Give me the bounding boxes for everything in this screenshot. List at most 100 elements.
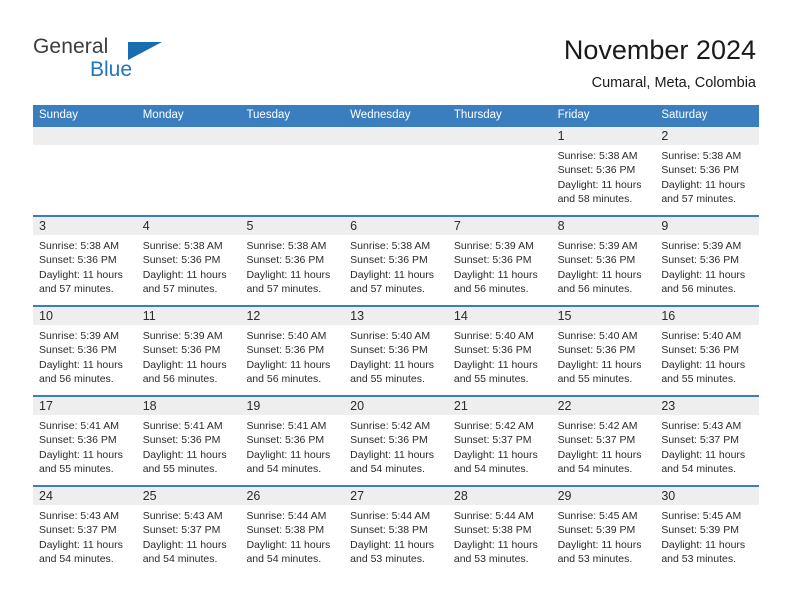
day-cell-4[interactable]: 4 Sunrise: 5:38 AM Sunset: 5:36 PM Daylight… [136,215,241,305]
day-cell-22[interactable]: 22 Sunrise: 5:42 AM Sunset: 5:37 PM Dayligh… [551,395,656,485]
day-cell-13[interactable]: 13 Sunrise: 5:40 AM Sunset: 5:36 PM Dayligh… [344,305,448,395]
day-detail-line: and 54 minutes. [246,462,322,475]
day-detail-line: and 55 minutes. [350,372,425,385]
day-cell-8[interactable]: 8 Sunrise: 5:39 AM Sunset: 5:36 PM Daylight… [551,215,656,305]
day-cell-body: Sunrise: 5:43 AM Sunset: 5:37 PM Daylight:… [655,415,759,476]
day-detail-line: and 56 minutes. [246,372,322,385]
day-cell-empty [447,125,552,215]
day-cell-body: Sunrise: 5:39 AM Sunset: 5:36 PM Daylight:… [137,325,241,386]
day-cell-9[interactable]: 9 Sunrise: 5:39 AM Sunset: 5:36 PM Daylight… [655,215,760,305]
day-cell-29[interactable]: 29 Sunrise: 5:45 AM Sunset: 5:39 PM Dayligh… [551,485,656,575]
day-cell-23[interactable]: 23 Sunrise: 5:43 AM Sunset: 5:37 PM Dayligh… [655,395,760,485]
day-cell-21[interactable]: 21 Sunrise: 5:42 AM Sunset: 5:37 PM Dayligh… [447,395,552,485]
day-number-band: 6 [344,217,448,235]
day-cell-7[interactable]: 7 Sunrise: 5:39 AM Sunset: 5:36 PM Daylight… [447,215,552,305]
general-blue-logo[interactable]: General Blue [33,36,233,84]
day-number: 8 [557,219,565,233]
day-detail-line: and 57 minutes. [39,282,114,295]
day-cell-2[interactable]: 2 Sunrise: 5:38 AM Sunset: 5:36 PM Daylight… [655,125,760,215]
day-detail-line: Daylight: 11 hours [661,358,746,371]
day-number: 21 [453,399,468,413]
day-cell-14[interactable]: 14 Sunrise: 5:40 AM Sunset: 5:36 PM Dayligh… [447,305,552,395]
day-cell-16[interactable]: 16 Sunrise: 5:40 AM Sunset: 5:36 PM Dayligh… [655,305,760,395]
day-cell-19[interactable]: 19 Sunrise: 5:41 AM Sunset: 5:36 PM Dayligh… [240,395,345,485]
day-detail-line: Sunrise: 5:42 AM [453,420,534,432]
logo-text-blue: Blue [90,58,133,81]
day-number: 26 [246,489,261,503]
day-cell-24[interactable]: 24 Sunrise: 5:43 AM Sunset: 5:37 PM Dayligh… [33,485,137,575]
day-detail-line: Sunrise: 5:39 AM [557,240,638,252]
day-detail-line: Sunset: 5:36 PM [142,434,221,447]
weekday-header-wednesday: Wednesday [350,109,411,121]
day-number-band: 16 [655,307,760,325]
day-detail-line: Sunset: 5:36 PM [661,254,739,267]
triangle-icon [128,42,162,60]
calendar-weeks: 1 Sunrise: 5:38 AM Sunset: 5:36 PM Daylight… [33,125,760,575]
day-cell-1[interactable]: 1 Sunrise: 5:38 AM Sunset: 5:36 PM Daylight… [551,125,656,215]
day-cell-empty [136,125,241,215]
day-number-band: 8 [551,217,656,235]
day-detail-line: Sunset: 5:36 PM [350,434,428,447]
day-cell-6[interactable]: 6 Sunrise: 5:38 AM Sunset: 5:36 PM Daylight… [344,215,448,305]
day-cell-18[interactable]: 18 Sunrise: 5:41 AM Sunset: 5:36 PM Dayligh… [136,395,241,485]
day-number-band [344,127,448,145]
day-number-band: 15 [551,307,656,325]
day-cell-25[interactable]: 25 Sunrise: 5:43 AM Sunset: 5:37 PM Dayligh… [136,485,241,575]
day-number-band: 17 [33,397,137,415]
day-cell-20[interactable]: 20 Sunrise: 5:42 AM Sunset: 5:36 PM Dayligh… [344,395,448,485]
day-detail-line: Daylight: 11 hours [453,538,538,551]
day-detail-line: Daylight: 11 hours [350,358,435,371]
day-detail-line: Sunset: 5:38 PM [246,524,325,537]
day-cell-27[interactable]: 27 Sunrise: 5:44 AM Sunset: 5:38 PM Dayligh… [344,485,448,575]
day-detail-line: and 54 minutes. [557,462,633,475]
day-detail-line: Sunset: 5:36 PM [246,344,325,357]
day-detail-line: Sunrise: 5:44 AM [453,510,534,522]
page-title: November 2024 [563,35,756,65]
day-cell-3[interactable]: 3 Sunrise: 5:38 AM Sunset: 5:36 PM Daylight… [33,215,137,305]
day-cell-body [344,145,448,149]
day-detail-line: Sunset: 5:37 PM [142,524,221,537]
day-cell-body [33,145,137,149]
day-cell-body: Sunrise: 5:39 AM Sunset: 5:36 PM Daylight:… [33,325,137,386]
day-detail-line: Sunset: 5:36 PM [39,344,117,357]
day-cell-body: Sunrise: 5:38 AM Sunset: 5:36 PM Daylight:… [137,235,241,296]
day-number: 6 [350,219,358,233]
day-cell-28[interactable]: 28 Sunrise: 5:44 AM Sunset: 5:38 PM Dayligh… [447,485,552,575]
day-detail-line: Daylight: 11 hours [557,268,642,281]
day-cell-5[interactable]: 5 Sunrise: 5:38 AM Sunset: 5:36 PM Daylight… [240,215,345,305]
day-detail-line: Sunset: 5:36 PM [39,254,117,267]
day-detail-line: Sunrise: 5:42 AM [350,420,431,432]
day-detail-line: and 57 minutes. [246,282,322,295]
day-cell-body: Sunrise: 5:40 AM Sunset: 5:36 PM Daylight:… [552,325,656,386]
day-number: 24 [39,489,53,503]
day-detail-line: and 55 minutes. [39,462,114,475]
day-cell-10[interactable]: 10 Sunrise: 5:39 AM Sunset: 5:36 PM Dayligh… [33,305,137,395]
day-detail-line: Daylight: 11 hours [246,448,331,461]
day-cell-12[interactable]: 12 Sunrise: 5:40 AM Sunset: 5:36 PM Dayligh… [240,305,345,395]
day-detail-line: Sunset: 5:36 PM [350,344,428,357]
day-detail-line: Sunrise: 5:44 AM [350,510,431,522]
day-detail-line: Sunset: 5:37 PM [661,434,739,447]
day-detail-line: and 53 minutes. [350,552,425,565]
day-number-band: 21 [447,397,552,415]
day-cell-11[interactable]: 11 Sunrise: 5:39 AM Sunset: 5:36 PM Dayligh… [136,305,241,395]
day-number-band: 24 [33,487,137,505]
day-cell-15[interactable]: 15 Sunrise: 5:40 AM Sunset: 5:36 PM Dayligh… [551,305,656,395]
day-detail-line: Daylight: 11 hours [453,448,538,461]
day-detail-line: Sunrise: 5:42 AM [557,420,638,432]
calendar-page: General Blue November 2024 Cumaral, Meta… [0,0,792,612]
day-cell-body: Sunrise: 5:41 AM Sunset: 5:36 PM Daylight:… [33,415,137,476]
day-detail-line: Sunrise: 5:41 AM [142,420,223,432]
day-number-band: 13 [344,307,448,325]
title-block: November 2024 Cumaral, Meta, Colombia [564,34,756,93]
day-cell-body [448,145,552,149]
day-cell-body: Sunrise: 5:38 AM Sunset: 5:36 PM Daylight:… [344,235,448,296]
calendar-week-row: 24 Sunrise: 5:43 AM Sunset: 5:37 PM Dayligh… [33,485,760,575]
day-cell-17[interactable]: 17 Sunrise: 5:41 AM Sunset: 5:36 PM Dayligh… [33,395,137,485]
day-cell-30[interactable]: 30 Sunrise: 5:45 AM Sunset: 5:39 PM Dayligh… [655,485,760,575]
day-detail-line: Sunset: 5:38 PM [350,524,428,537]
day-number: 10 [39,309,53,323]
day-cell-26[interactable]: 26 Sunrise: 5:44 AM Sunset: 5:38 PM Dayligh… [240,485,345,575]
day-number: 16 [661,309,676,323]
day-number: 2 [661,129,669,143]
